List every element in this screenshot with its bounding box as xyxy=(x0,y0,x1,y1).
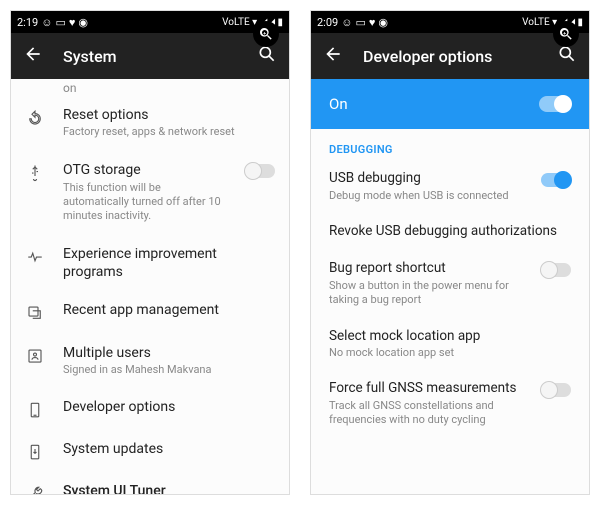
item-bug-report-shortcut[interactable]: Bug report shortcut Show a button in the… xyxy=(311,250,589,317)
master-toggle-label: On xyxy=(329,95,348,113)
settings-list: on Reset options Factory reset, apps & n… xyxy=(11,79,289,494)
item-usb-debugging[interactable]: USB debugging Debug mode when USB is con… xyxy=(311,160,589,213)
item-mock-location[interactable]: Select mock location app No mock locatio… xyxy=(311,318,589,371)
phone-left: 2:19 ☺ ▭ ♥ ◉ VoLTE ▾ ◢◢ ▮ System on Rese… xyxy=(10,10,290,495)
search-icon[interactable] xyxy=(257,44,277,68)
app-bar: Developer options xyxy=(311,33,589,79)
status-card-icon: ▭ xyxy=(55,16,65,29)
clock: 2:19 xyxy=(17,16,38,29)
item-developer-options[interactable]: Developer options xyxy=(11,388,289,430)
status-emoji-icon: ☺ xyxy=(41,16,52,29)
item-multiple-users[interactable]: Multiple users Signed in as Mahesh Makva… xyxy=(11,333,289,388)
recent-icon xyxy=(25,303,45,323)
section-debugging: DEBUGGING xyxy=(311,129,589,160)
status-circle-icon: ◉ xyxy=(378,16,388,29)
zoom-icon[interactable] xyxy=(253,21,279,47)
gnss-toggle[interactable] xyxy=(541,383,571,397)
phone-right: 2:09 ☺ ▭ ♥ ◉ VoLTE ▾ ◢◢ ▮ Developer opti… xyxy=(310,10,590,495)
users-icon xyxy=(25,346,45,366)
phone-icon xyxy=(25,400,45,420)
truncated-row: on xyxy=(11,79,289,95)
item-experience-improvement[interactable]: Experience improvement programs xyxy=(11,235,289,291)
master-toggle[interactable] xyxy=(539,96,571,112)
item-system-updates[interactable]: System updates xyxy=(11,430,289,472)
status-heart-icon: ♥ xyxy=(369,16,376,29)
heartbeat-icon xyxy=(25,247,45,267)
item-force-gnss[interactable]: Force full GNSS measurements Track all G… xyxy=(311,370,589,437)
item-revoke-usb-auth[interactable]: Revoke USB debugging authorizations xyxy=(311,213,589,251)
clock: 2:09 xyxy=(317,16,338,29)
usb-icon xyxy=(25,163,45,183)
search-icon[interactable] xyxy=(557,44,577,68)
back-arrow-icon[interactable] xyxy=(23,44,43,68)
status-card-icon: ▭ xyxy=(355,16,365,29)
back-arrow-icon[interactable] xyxy=(323,44,343,68)
item-system-ui-tuner[interactable]: System UI Tuner xyxy=(11,472,289,494)
app-bar: System xyxy=(11,33,289,79)
page-title: System xyxy=(63,47,237,66)
item-otg-storage[interactable]: OTG storage This function will be automa… xyxy=(11,150,289,234)
wrench-icon xyxy=(25,484,45,494)
status-heart-icon: ♥ xyxy=(69,16,76,29)
status-circle-icon: ◉ xyxy=(78,16,88,29)
page-title: Developer options xyxy=(363,47,537,66)
status-bar: 2:19 ☺ ▭ ♥ ◉ VoLTE ▾ ◢◢ ▮ xyxy=(11,11,289,33)
status-emoji-icon: ☺ xyxy=(341,16,352,29)
update-icon xyxy=(25,442,45,462)
usb-debugging-toggle[interactable] xyxy=(541,173,571,187)
otg-toggle[interactable] xyxy=(245,164,275,178)
status-bar: 2:09 ☺ ▭ ♥ ◉ VoLTE ▾ ◢◢ ▮ xyxy=(311,11,589,33)
zoom-icon[interactable] xyxy=(553,21,579,47)
reset-icon xyxy=(25,108,45,128)
item-recent-app-management[interactable]: Recent app management xyxy=(11,291,289,333)
bug-report-toggle[interactable] xyxy=(541,263,571,277)
item-reset-options[interactable]: Reset options Factory reset, apps & netw… xyxy=(11,95,289,150)
dev-options-list: On DEBUGGING USB debugging Debug mode wh… xyxy=(311,79,589,494)
master-toggle-row[interactable]: On xyxy=(311,79,589,129)
